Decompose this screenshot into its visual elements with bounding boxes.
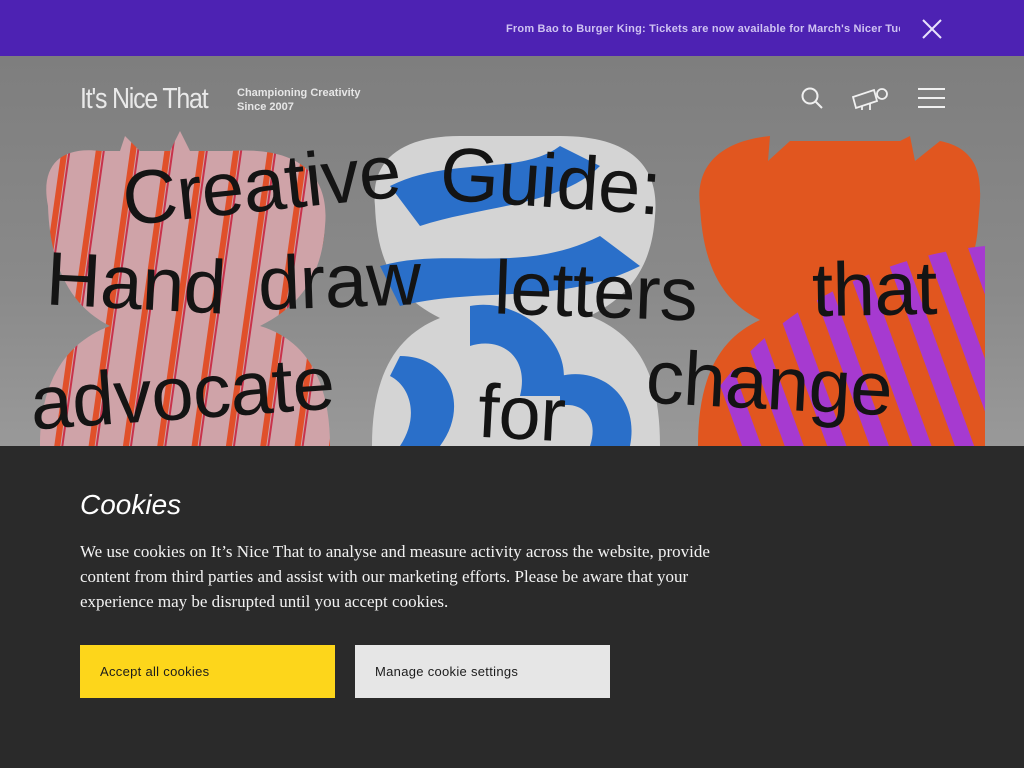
- tagline-line-2: Since 2007: [237, 101, 294, 113]
- site-header: It's Nice That Championing Creativity Si…: [0, 56, 1024, 140]
- manage-cookies-button[interactable]: Manage cookie settings: [355, 645, 610, 698]
- cookie-title: Cookies: [80, 489, 182, 520]
- pink-number-shape: [40, 131, 330, 446]
- tagline-line-1: Championing Creativity: [237, 87, 361, 99]
- search-icon[interactable]: [800, 86, 824, 110]
- orange-number-shape: [698, 136, 985, 446]
- announcement-banner: From Bao to Burger King: Tickets are now…: [0, 0, 1024, 56]
- announcement-text[interactable]: From Bao to Burger King: Tickets are now…: [506, 20, 900, 38]
- site-tagline: Championing Creativity Since 2007: [237, 86, 360, 114]
- cookie-banner: Cookies We use cookies on It’s Nice That…: [0, 446, 1024, 768]
- close-icon[interactable]: [918, 15, 946, 43]
- cookie-description: We use cookies on It’s Nice That to anal…: [80, 542, 710, 611]
- site-logo[interactable]: It's Nice That: [80, 82, 209, 116]
- menu-icon[interactable]: [918, 87, 945, 109]
- blue-number-shape: [372, 136, 660, 446]
- accept-cookies-button[interactable]: Accept all cookies: [80, 645, 335, 698]
- tickets-icon[interactable]: [850, 86, 890, 110]
